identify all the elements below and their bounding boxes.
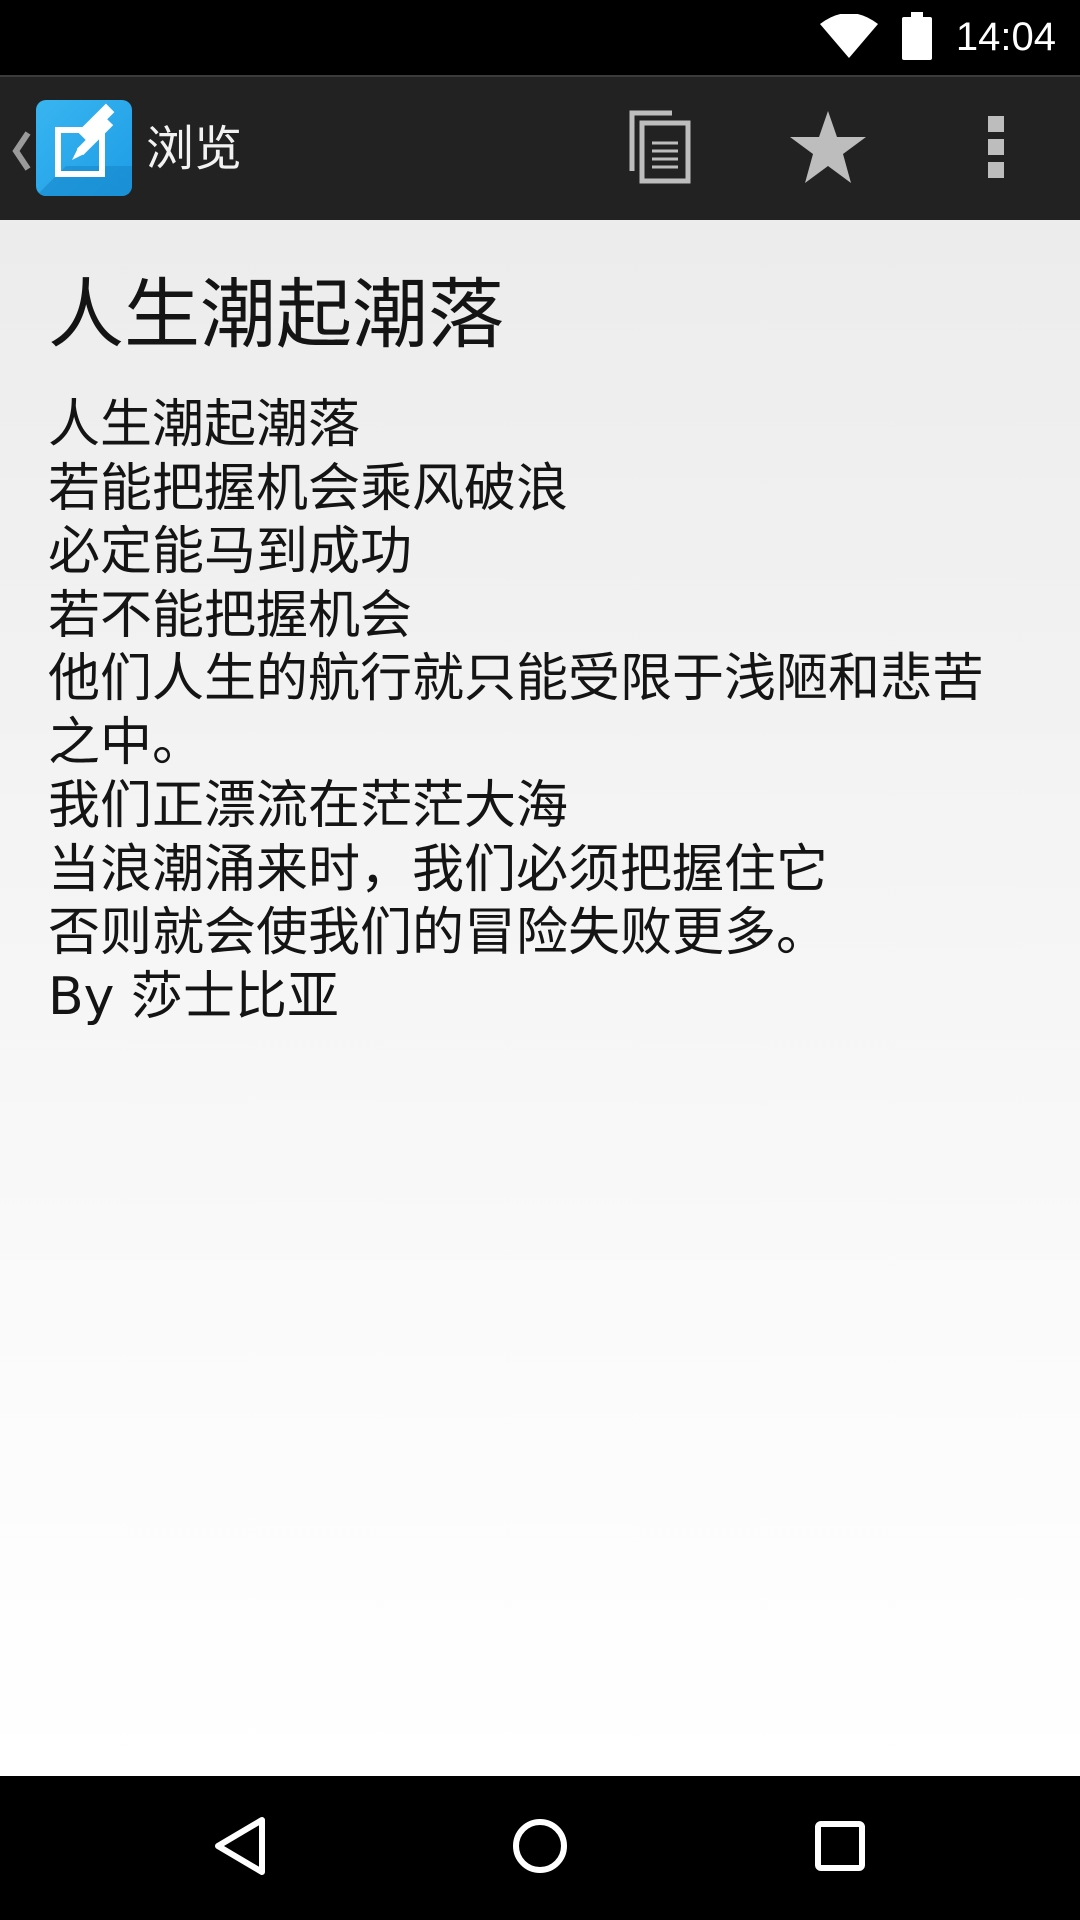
navigation-bar xyxy=(0,1776,1080,1920)
note-line: 若能把握机会乘风破浪 xyxy=(48,458,569,519)
favorite-button[interactable] xyxy=(778,99,878,199)
note-content: 人生潮起潮落 人生潮起潮落 若能把握机会乘风破浪 必定能马到成功 若不能把握机会… xyxy=(0,220,1080,1776)
status-time: 14:04 xyxy=(955,15,1056,59)
wifi-icon xyxy=(819,12,878,62)
action-bar: 浏览 xyxy=(0,75,1080,220)
note-line: 否则就会使我们的冒险失败更多。 xyxy=(48,903,829,963)
nav-recents-button[interactable] xyxy=(790,1798,890,1898)
screen-title: 浏览 xyxy=(146,121,243,177)
overflow-menu-button[interactable] xyxy=(946,99,1046,199)
nav-home-button[interactable] xyxy=(490,1798,590,1898)
home-circle-icon xyxy=(512,1818,568,1878)
star-icon xyxy=(790,111,866,187)
battery-icon xyxy=(901,11,932,64)
status-bar: 14:04 xyxy=(0,0,1080,75)
recents-square-icon xyxy=(814,1820,866,1876)
app-edit-icon[interactable] xyxy=(36,100,132,196)
note-body: 人生潮起潮落 若能把握机会乘风破浪 必定能马到成功 若不能把握机会 他们人生的航… xyxy=(48,394,1038,1029)
copy-icon xyxy=(628,109,692,189)
status-icons: 14:04 xyxy=(819,0,1056,75)
overflow-menu-icon xyxy=(986,116,1006,182)
back-triangle-icon xyxy=(212,1816,268,1880)
note-line: 若不能把握机会 xyxy=(48,585,413,646)
copy-button[interactable] xyxy=(610,99,710,199)
note-line: 当浪潮涌来时，我们必须把握住它 xyxy=(48,839,829,900)
note-line: By 莎士比亚 xyxy=(48,966,339,1027)
note-title: 人生潮起潮落 xyxy=(48,270,504,359)
note-line: 必定能马到成功 xyxy=(48,522,413,582)
nav-back-button[interactable] xyxy=(190,1798,290,1898)
note-line: 之中。 xyxy=(48,712,205,773)
note-line: 人生潮起潮落 xyxy=(48,395,361,455)
note-line: 他们人生的航行就只能受限于浅陋和悲苦 xyxy=(48,649,985,709)
note-line: 我们正漂流在茫茫大海 xyxy=(48,776,569,836)
back-chevron-icon[interactable] xyxy=(6,121,36,181)
